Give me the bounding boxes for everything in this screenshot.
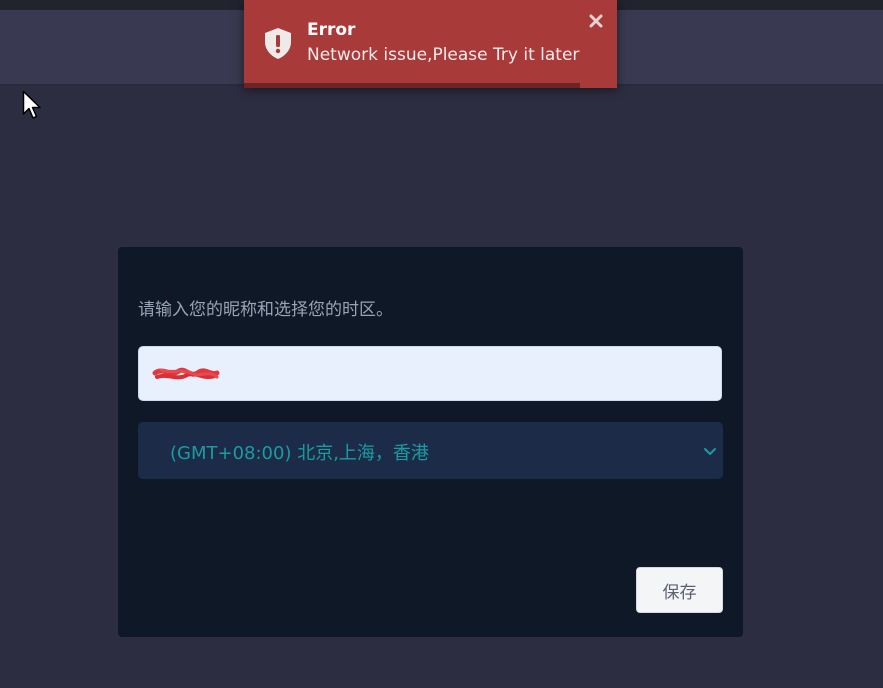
timezone-select[interactable]: (GMT+08:00) 北京,上海，香港 — [138, 422, 723, 479]
timezone-selected-value: (GMT+08:00) 北京,上海，香港 — [170, 443, 429, 464]
chevron-down-icon — [703, 444, 717, 458]
form-prompt: 请输入您的昵称和选择您的时区。 — [138, 300, 393, 320]
close-icon[interactable] — [587, 12, 605, 30]
error-toast: Error Network issue,Please Try it later — [244, 0, 617, 88]
toast-title: Error — [307, 20, 356, 40]
profile-form-card: 请输入您的昵称和选择您的时区。 (GMT+08:00) 北京,上海，香港 保存 — [118, 247, 743, 637]
mouse-cursor-icon — [22, 90, 42, 120]
save-button[interactable]: 保存 — [636, 567, 723, 613]
redaction-scribble — [151, 361, 223, 387]
toast-progress-bar — [244, 83, 580, 88]
nickname-input[interactable] — [138, 346, 722, 401]
shield-exclamation-icon — [262, 26, 294, 60]
toast-message: Network issue,Please Try it later — [307, 45, 580, 65]
